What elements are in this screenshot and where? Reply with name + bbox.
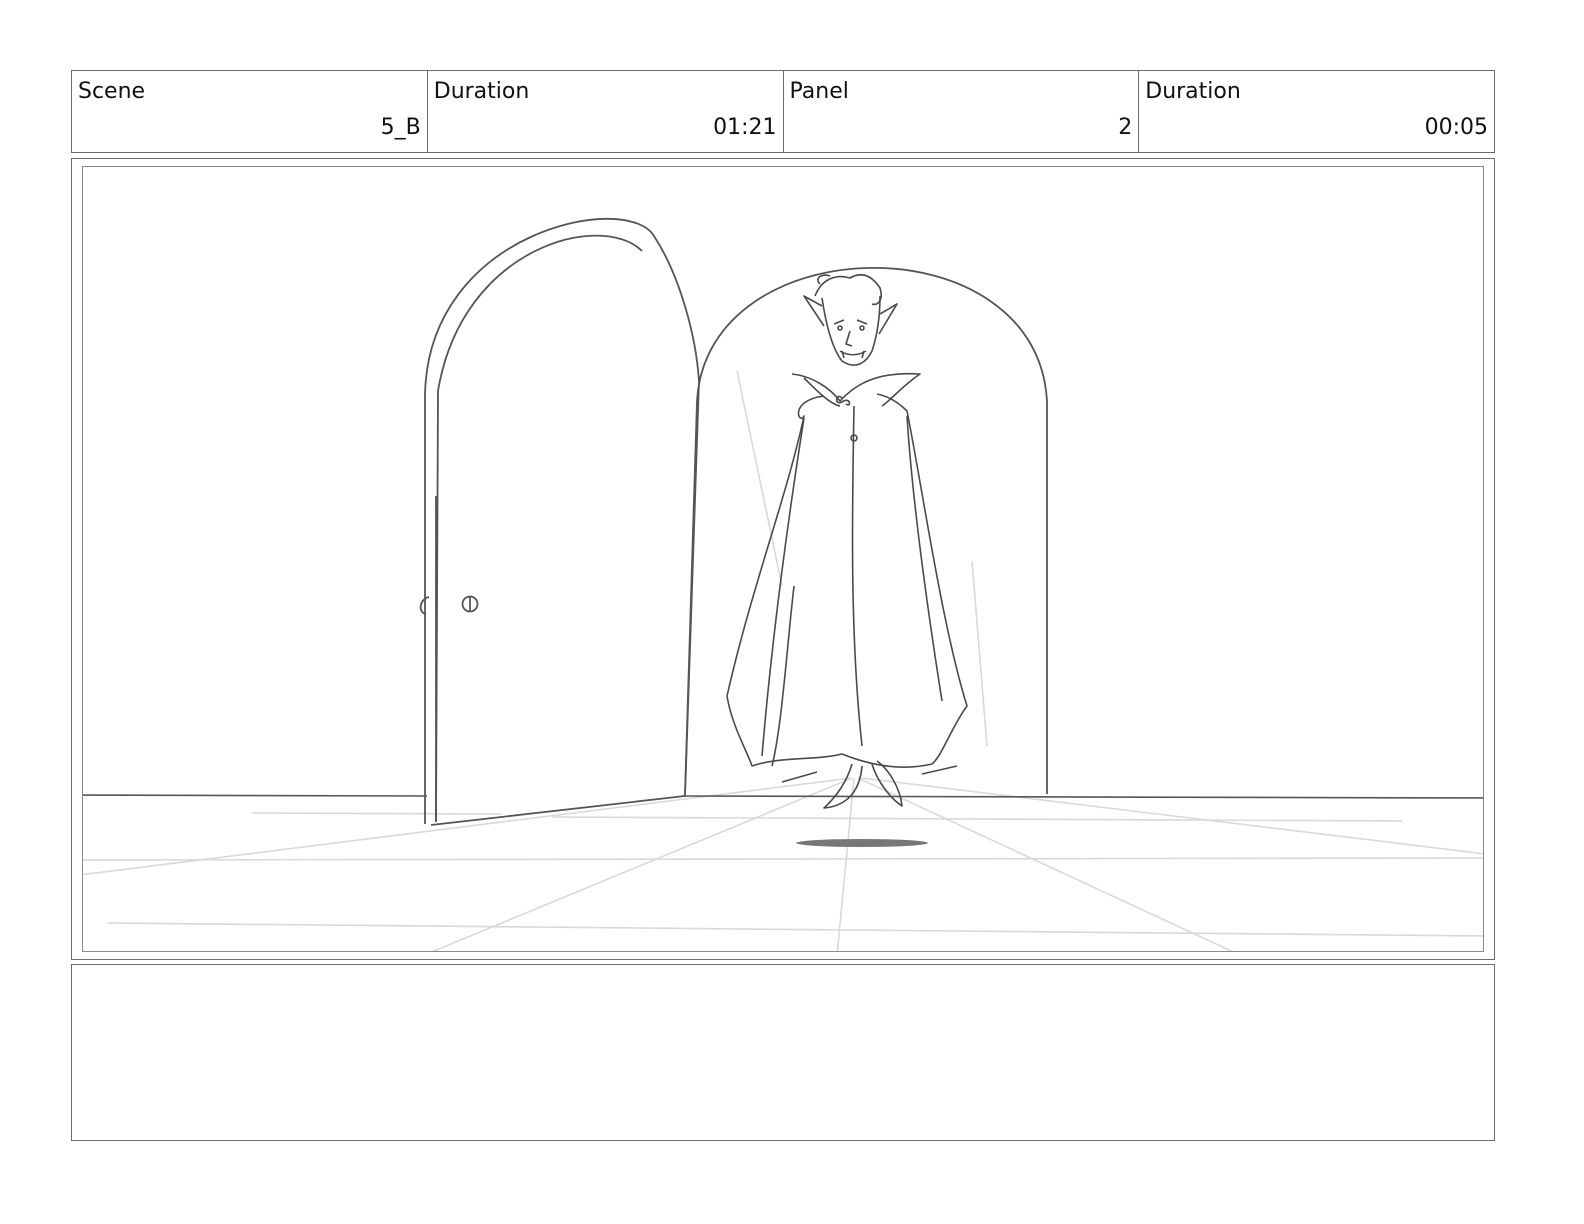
panel-duration-value: 00:05 — [1424, 115, 1488, 140]
storyboard-panel-frame — [71, 158, 1495, 960]
shadow — [796, 839, 928, 847]
storyboard-panel-image — [82, 166, 1484, 952]
arched-doorway — [684, 267, 1048, 795]
scene-cell: Scene 5_B — [72, 71, 428, 152]
vampire-doorway-sketch — [83, 217, 1483, 951]
scene-duration-label: Duration — [433, 79, 530, 104]
perspective-guides — [83, 370, 1483, 951]
panel-duration-label: Duration — [1145, 79, 1241, 104]
vampire-figure — [726, 274, 968, 809]
scene-value: 5_B — [380, 115, 421, 140]
scene-label: Scene — [78, 79, 146, 104]
scene-duration-cell: Duration 01:21 — [428, 71, 784, 152]
scene-duration-value: 01:21 — [713, 115, 777, 140]
panel-label: Panel — [789, 79, 849, 104]
open-door — [419, 217, 700, 826]
panel-value: 2 — [1118, 115, 1133, 140]
panel-cell: Panel 2 — [784, 71, 1140, 152]
panel-info-header: Scene 5_B Duration 01:21 Panel 2 Duratio… — [71, 70, 1495, 153]
wall-floor-line — [83, 794, 1483, 799]
panel-duration-cell: Duration 00:05 — [1139, 71, 1494, 152]
panel-notes-box[interactable] — [71, 964, 1495, 1141]
